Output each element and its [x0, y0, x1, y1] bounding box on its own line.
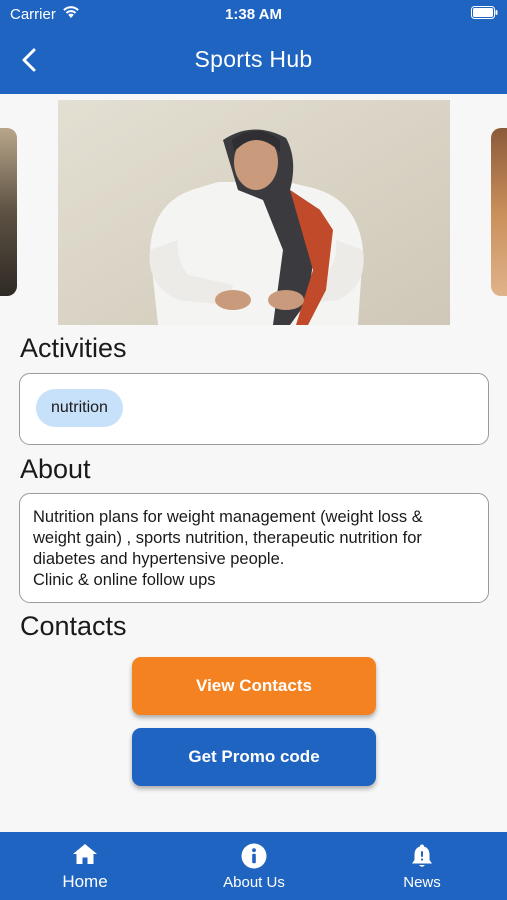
nav-news-label: News: [403, 874, 441, 891]
clock: 1:38 AM: [225, 6, 282, 23]
app-header: Carrier 1:38 AM Sports Hub: [0, 0, 507, 94]
page-title: Sports Hub: [194, 46, 313, 72]
home-icon: [73, 844, 97, 864]
view-contacts-button[interactable]: View Contacts: [132, 657, 376, 715]
about-box: Nutrition plans for weight management (w…: [19, 493, 489, 603]
bottom-navigation: Home About Us News: [0, 832, 507, 900]
carousel-next-image[interactable]: [491, 128, 507, 296]
profile-carousel[interactable]: [0, 100, 507, 326]
about-heading: About: [20, 454, 91, 484]
about-text: Nutrition plans for weight management (w…: [33, 508, 423, 589]
battery-icon: [471, 6, 498, 19]
activity-chip[interactable]: nutrition: [36, 389, 123, 427]
get-promo-code-button[interactable]: Get Promo code: [132, 728, 376, 786]
contacts-heading: Contacts: [20, 611, 127, 641]
nav-news[interactable]: News: [382, 832, 462, 900]
nav-home[interactable]: Home: [40, 832, 130, 900]
info-icon: [241, 843, 267, 869]
nav-home-label: Home: [62, 872, 108, 891]
nav-about-us[interactable]: About Us: [203, 832, 305, 900]
profile-photo: [58, 100, 450, 325]
nav-about-us-label: About Us: [223, 874, 285, 891]
status-bar: Carrier 1:38 AM: [0, 0, 507, 30]
activities-heading: Activities: [20, 333, 127, 363]
bell-icon: [412, 844, 432, 867]
carousel-prev-image[interactable]: [0, 128, 17, 296]
activities-box: nutrition: [19, 373, 489, 445]
